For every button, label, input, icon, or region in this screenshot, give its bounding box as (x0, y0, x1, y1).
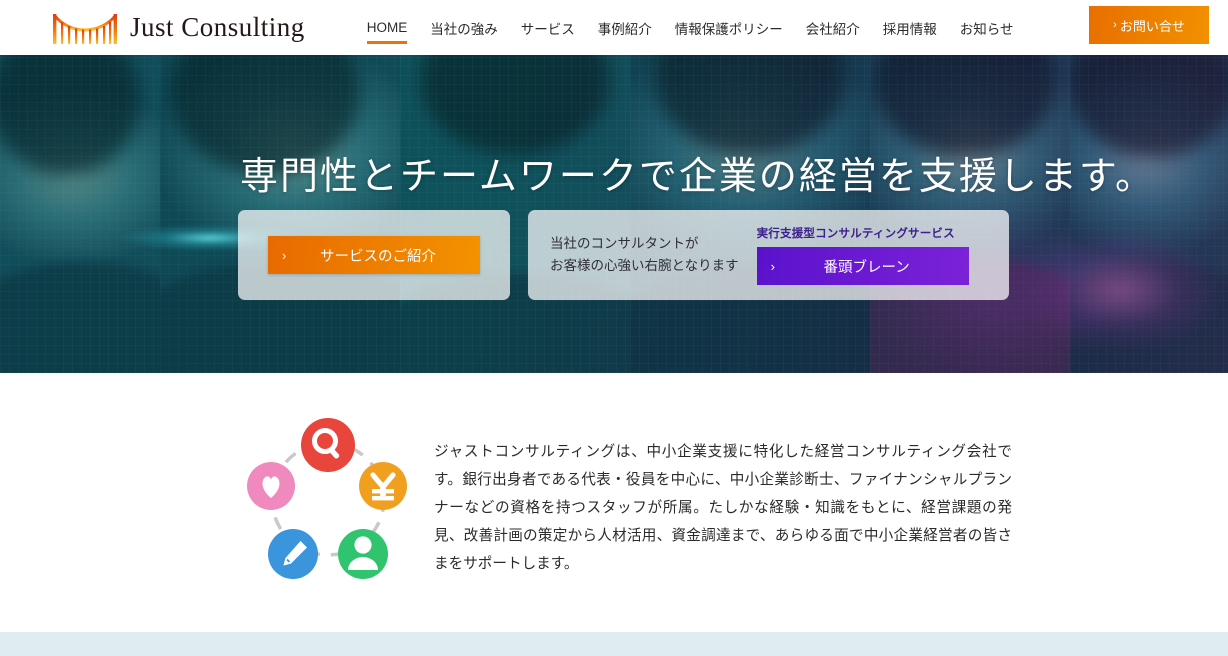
pencil-icon (268, 529, 318, 579)
hero-banto-card: 当社のコンサルタントが お客様の心強い右腕となります 実行支援型コンサルティング… (528, 210, 1009, 300)
yen-icon (359, 462, 407, 510)
banto-service-label: 実行支援型コンサルティングサービス (756, 228, 955, 240)
nav-label: 当社の強み (430, 21, 498, 37)
hero-banner: 専門性とチームワークで企業の経営を支援します。 › サービスのご紹介 当社のコン… (0, 55, 1228, 373)
hero-cta-row: › サービスのご紹介 当社のコンサルタントが お客様の心強い右腕となります 実行… (238, 210, 1009, 300)
nav-item-services[interactable]: サービス (521, 0, 575, 55)
service-intro-button-label: サービスのご紹介 (320, 248, 436, 265)
chevron-right-icon: › (1113, 18, 1117, 31)
nav-label: サービス (520, 21, 575, 37)
nav-label: 情報保護ポリシー (674, 21, 783, 37)
banto-text-line1: 当社のコンサルタントが (550, 235, 699, 251)
banto-card-text: 当社のコンサルタントが お客様の心強い右腕となります (550, 233, 739, 278)
nav-item-cases[interactable]: 事例紹介 (598, 0, 652, 55)
service-intro-button[interactable]: › サービスのご紹介 (268, 236, 480, 274)
site-header: Just Consulting HOME 当社の強み サービス 事例紹介 情報保… (0, 0, 1228, 55)
logo[interactable]: Just Consulting (50, 9, 305, 47)
contact-button[interactable]: › お問い合せ (1089, 6, 1209, 44)
nav-label: 事例紹介 (597, 21, 652, 37)
nav-item-company[interactable]: 会社紹介 (806, 0, 860, 55)
next-section-band (0, 632, 1228, 656)
chevron-right-icon: › (770, 258, 775, 274)
banto-card-action: 実行支援型コンサルティングサービス › 番頭ブレーン (756, 225, 969, 285)
nav-item-privacy-policy[interactable]: 情報保護ポリシー (675, 0, 783, 55)
intro-section: ジャストコンサルティングは、中小企業支援に特化した経営コンサルティング会社です。… (0, 373, 1228, 632)
nav-item-news[interactable]: お知らせ (960, 0, 1014, 55)
hero-service-card: › サービスのご紹介 (238, 210, 510, 300)
banto-brain-button-label: 番頭ブレーン (823, 259, 910, 276)
nav-label: HOME (366, 20, 408, 35)
service-icon-cluster (247, 418, 407, 579)
hero-title: 専門性とチームワークで企業の経営を支援します。 (240, 156, 1156, 198)
nav-label: お知らせ (959, 21, 1014, 37)
nav-item-home[interactable]: HOME (366, 0, 408, 55)
chevron-right-icon: › (282, 247, 287, 263)
nav-label: 採用情報 (882, 21, 937, 37)
person-icon (338, 529, 388, 579)
search-icon (301, 418, 355, 472)
heart-icon (247, 462, 295, 510)
intro-paragraph: ジャストコンサルティングは、中小企業支援に特化した経営コンサルティング会社です。… (434, 444, 1012, 573)
nav-item-strengths[interactable]: 当社の強み (430, 0, 498, 55)
main-navigation: HOME 当社の強み サービス 事例紹介 情報保護ポリシー 会社紹介 採用情報 … (366, 0, 1014, 55)
nav-item-recruit[interactable]: 採用情報 (883, 0, 937, 55)
logo-text: Just Consulting (130, 12, 305, 42)
banto-text-line2: お客様の心強い右腕となります (550, 258, 739, 273)
contact-button-label: お問い合せ (1119, 18, 1185, 34)
bridge-icon (52, 13, 118, 44)
nav-label: 会社紹介 (805, 21, 860, 37)
banto-brain-button[interactable]: › 番頭ブレーン (756, 247, 969, 285)
